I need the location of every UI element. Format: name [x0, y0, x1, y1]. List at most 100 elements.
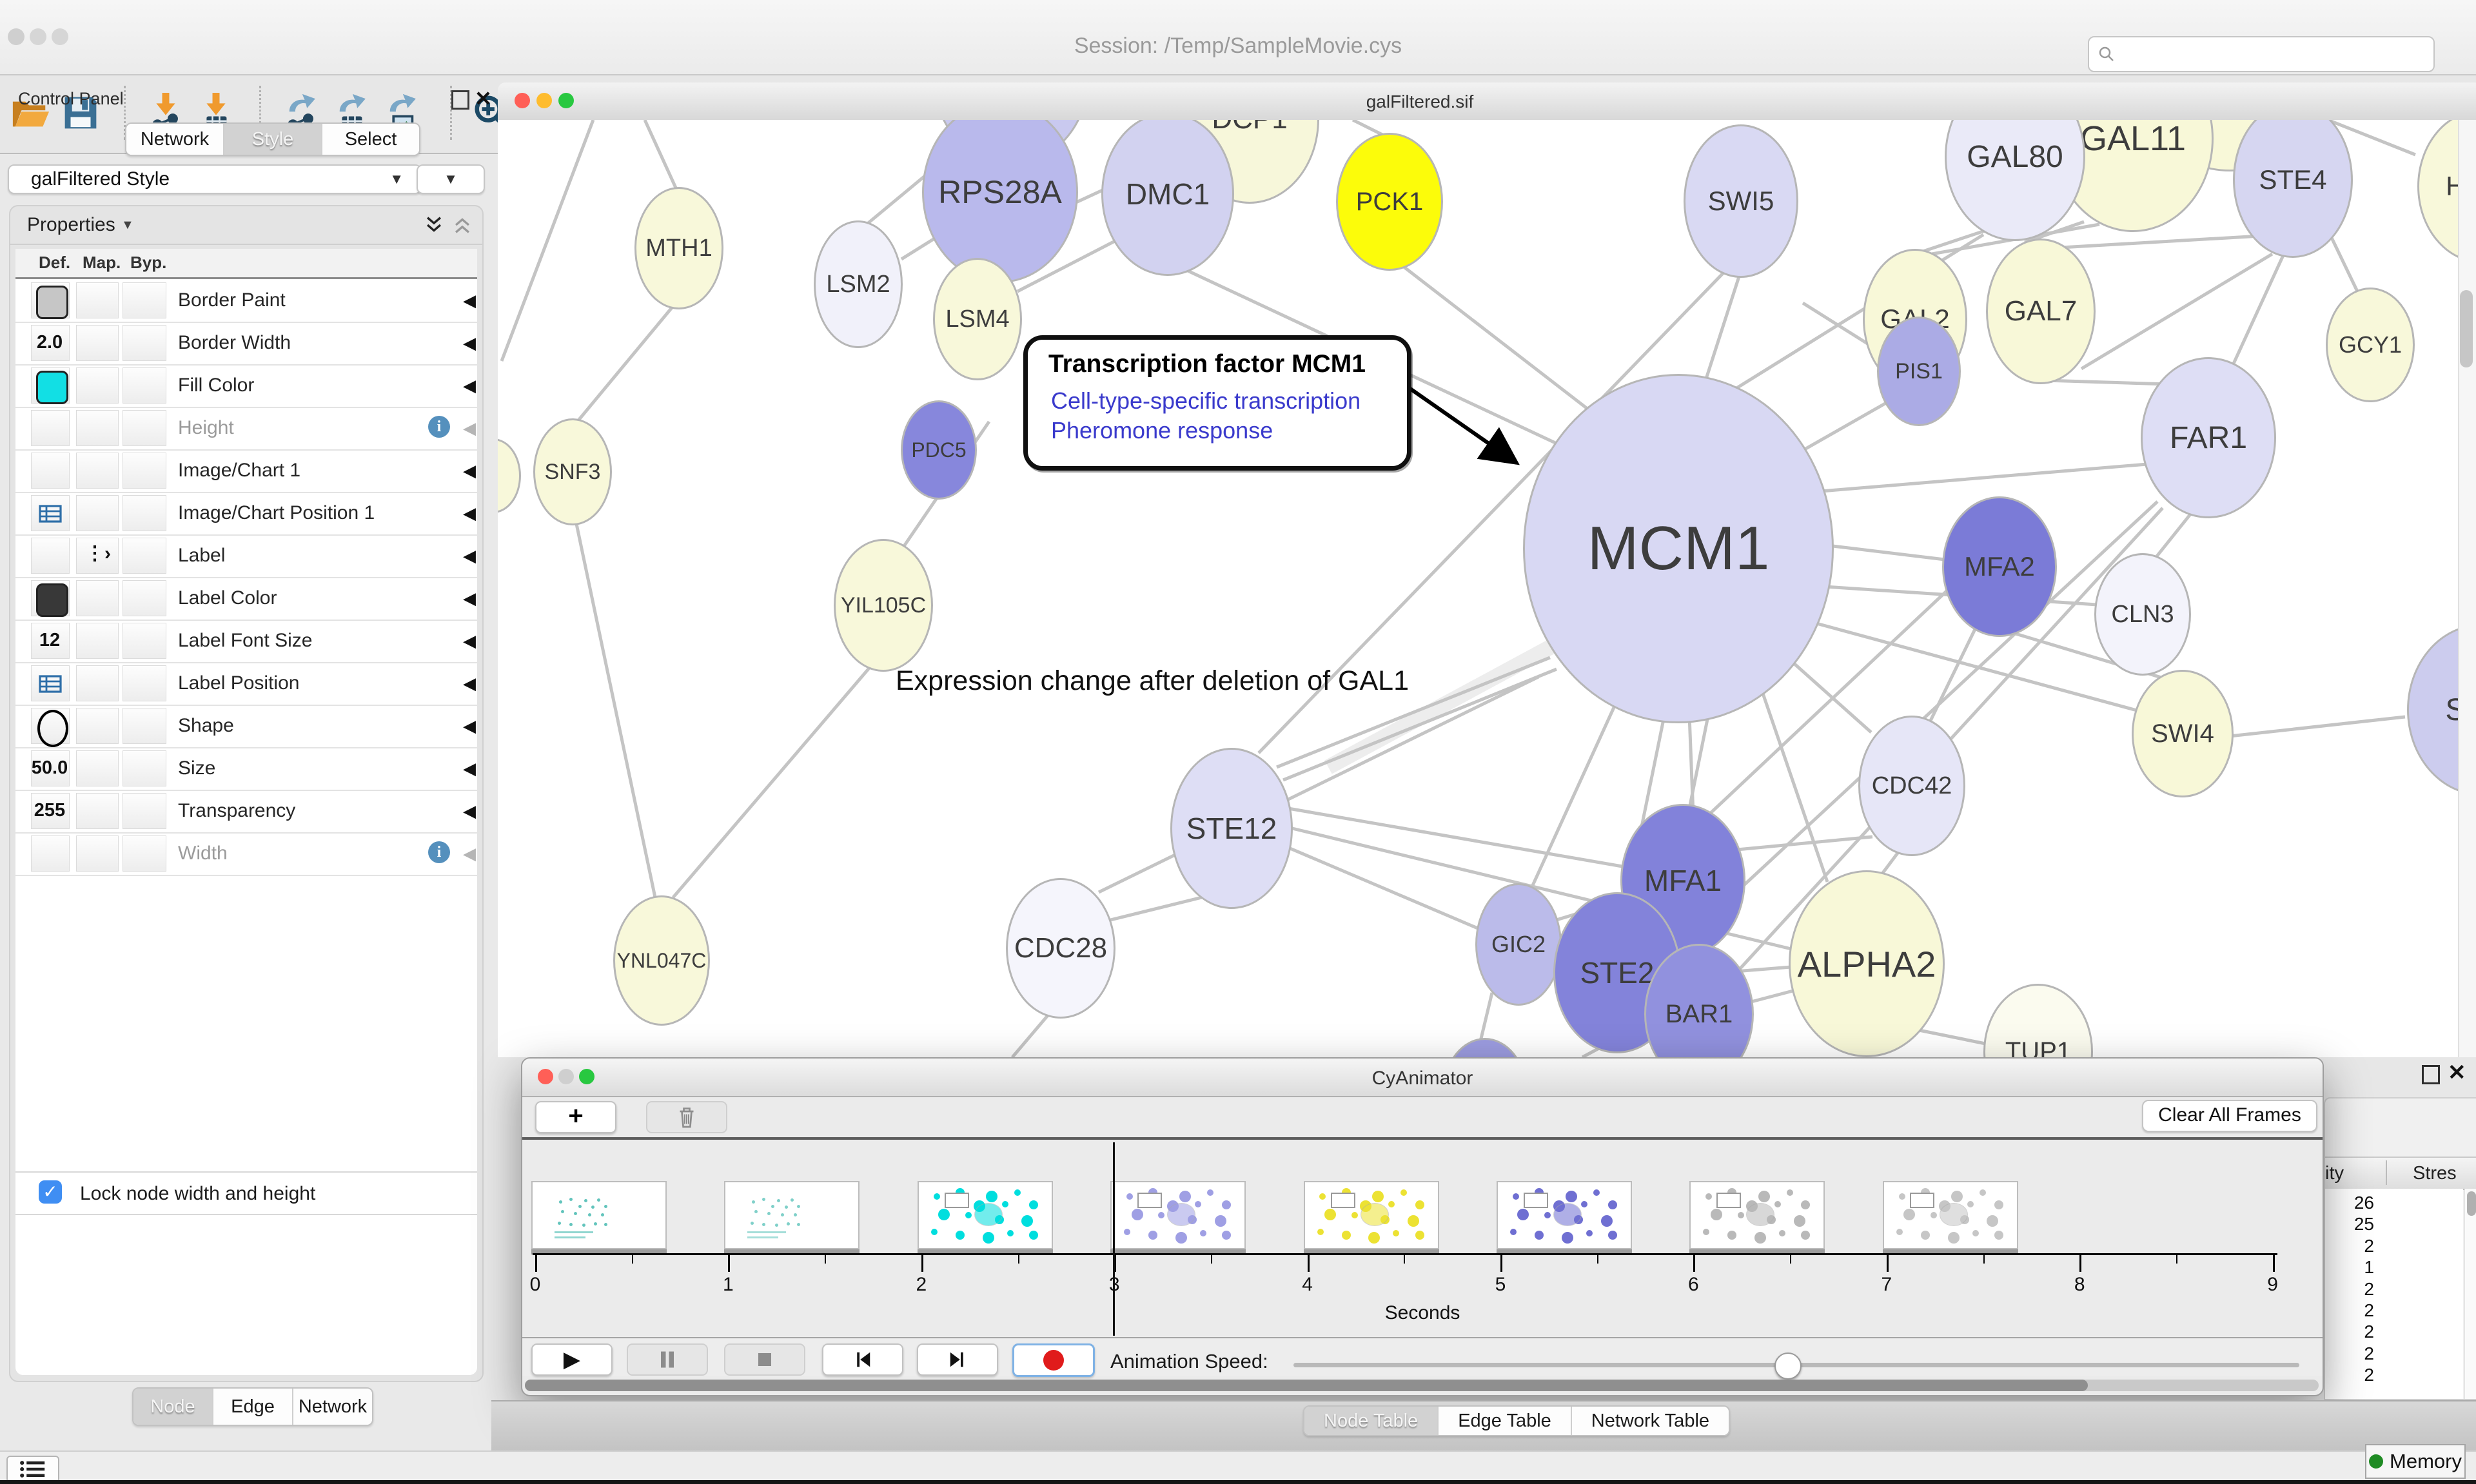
- bypass-cell[interactable]: [123, 538, 166, 574]
- mapping-cell[interactable]: [76, 282, 119, 318]
- float-panel-icon[interactable]: [2422, 1065, 2440, 1084]
- default-value[interactable]: 12: [22, 630, 77, 651]
- style-selector[interactable]: galFiltered Style ▼: [8, 164, 422, 194]
- timeline[interactable]: 0 1 2 3 4 5 6 7 8 9 Seconds: [522, 1140, 2323, 1337]
- mapping-cell[interactable]: [76, 410, 119, 446]
- bypass-cell[interactable]: [123, 623, 166, 659]
- record-button[interactable]: [1012, 1343, 1095, 1377]
- property-row-image-chart-position-1[interactable]: Image/Chart Position 1◀: [15, 492, 477, 536]
- collapse-all-icon[interactable]: [451, 214, 473, 236]
- table-cell[interactable]: 2: [2325, 1300, 2374, 1321]
- tab-network[interactable]: Network: [126, 124, 224, 155]
- discrete-mapping-icon[interactable]: ⋮›: [85, 542, 111, 565]
- bypass-cell[interactable]: [123, 410, 166, 446]
- stop-button[interactable]: [724, 1343, 805, 1376]
- expand-row-icon[interactable]: ◀: [463, 759, 476, 779]
- ellipse-shape-icon[interactable]: [37, 710, 68, 747]
- mapping-cell[interactable]: [76, 793, 119, 829]
- expand-row-icon[interactable]: ◀: [463, 801, 476, 821]
- property-row-label-position[interactable]: Label Position◀: [15, 662, 477, 706]
- property-row-height[interactable]: Heighti◀: [15, 407, 477, 451]
- expand-row-icon[interactable]: ◀: [463, 674, 476, 694]
- bypass-cell[interactable]: [123, 367, 166, 404]
- property-row-label[interactable]: ⋮›Label◀: [15, 534, 477, 578]
- expand-row-icon[interactable]: ◀: [463, 589, 476, 609]
- tab-edge-table[interactable]: Edge Table: [1439, 1407, 1572, 1435]
- bypass-cell[interactable]: [123, 282, 166, 318]
- bypass-cell[interactable]: [123, 495, 166, 531]
- property-row-fill-color[interactable]: Fill Color◀: [15, 364, 477, 408]
- expand-row-icon[interactable]: ◀: [463, 291, 476, 311]
- horizontal-scrollbar-thumb[interactable]: [525, 1380, 2088, 1391]
- close-panel-icon[interactable]: ✕: [475, 86, 492, 111]
- expand-row-icon[interactable]: ◀: [463, 418, 476, 438]
- close-panel-icon[interactable]: ✕: [2448, 1060, 2466, 1086]
- table-cell[interactable]: 1: [2325, 1257, 2374, 1278]
- tab-network-table[interactable]: Network Table: [1572, 1407, 1729, 1435]
- mapping-cell[interactable]: [76, 708, 119, 744]
- default-cell[interactable]: [31, 835, 70, 872]
- mapping-cell[interactable]: [76, 835, 119, 872]
- table-scrollbar[interactable]: [2464, 1189, 2476, 1399]
- property-row-image-chart-1[interactable]: Image/Chart 1◀: [15, 449, 477, 493]
- tab-edge[interactable]: Edge: [213, 1389, 293, 1425]
- mapping-cell[interactable]: [76, 580, 119, 616]
- default-cell[interactable]: [31, 410, 70, 446]
- play-button[interactable]: ▶: [531, 1343, 613, 1376]
- network-canvas[interactable]: DCP1RPS28ADMC1PCK1MTH1LSM2LSM4SNF3PDC5SW…: [498, 120, 2476, 1057]
- tab-node-table[interactable]: Node Table: [1304, 1407, 1439, 1435]
- tab-style[interactable]: Style: [224, 124, 322, 155]
- property-row-label-color[interactable]: Label Color◀: [15, 577, 477, 621]
- table-scrollbar-thumb[interactable]: [2467, 1191, 2476, 1216]
- mapping-cell[interactable]: [76, 325, 119, 361]
- column-header-stress[interactable]: Stres: [2413, 1163, 2457, 1184]
- table-cell[interactable]: 2: [2325, 1343, 2374, 1364]
- default-value[interactable]: 50.0: [22, 757, 77, 779]
- bypass-cell[interactable]: [123, 708, 166, 744]
- bypass-cell[interactable]: [123, 793, 166, 829]
- property-row-shape[interactable]: Shape◀: [15, 705, 477, 748]
- search-input[interactable]: [2088, 36, 2435, 72]
- position-icon[interactable]: [39, 675, 62, 693]
- expand-row-icon[interactable]: ◀: [463, 461, 476, 481]
- mapping-cell[interactable]: [76, 453, 119, 489]
- position-icon[interactable]: [39, 505, 62, 523]
- skip-end-button[interactable]: [917, 1343, 998, 1376]
- table-cell[interactable]: 2: [2325, 1279, 2374, 1300]
- mapping-cell[interactable]: [76, 665, 119, 701]
- expand-row-icon[interactable]: ◀: [463, 631, 476, 651]
- annotation-box[interactable]: Transcription factor MCM1 Cell-type-spec…: [1023, 335, 1411, 471]
- expand-row-icon[interactable]: ◀: [463, 546, 476, 566]
- default-cell[interactable]: [31, 538, 70, 574]
- property-row-label-font-size[interactable]: 12Label Font Size◀: [15, 620, 477, 663]
- cyanimator-titlebar[interactable]: CyAnimator: [522, 1059, 2323, 1097]
- color-swatch[interactable]: [36, 371, 68, 404]
- expand-row-icon[interactable]: ◀: [463, 333, 476, 353]
- table-cell[interactable]: 25: [2325, 1214, 2374, 1235]
- mapping-cell[interactable]: [76, 495, 119, 531]
- task-history-button[interactable]: [6, 1456, 59, 1483]
- delete-frame-button[interactable]: [646, 1101, 727, 1133]
- property-row-transparency[interactable]: 255Transparency◀: [15, 790, 477, 834]
- color-swatch[interactable]: [36, 286, 68, 319]
- bypass-cell[interactable]: [123, 750, 166, 786]
- color-swatch[interactable]: [36, 583, 68, 617]
- info-icon[interactable]: i: [428, 416, 450, 438]
- tab-network[interactable]: Network: [293, 1389, 372, 1425]
- pause-button[interactable]: [627, 1343, 708, 1376]
- bypass-cell[interactable]: [123, 580, 166, 616]
- table-cell[interactable]: 2: [2325, 1322, 2374, 1342]
- table-cell[interactable]: 2: [2325, 1236, 2374, 1256]
- annotation-link[interactable]: Cell-type-specific transcription: [1051, 387, 1361, 415]
- vertical-scrollbar[interactable]: [2458, 120, 2476, 1057]
- default-value[interactable]: 2.0: [22, 332, 77, 353]
- bypass-cell[interactable]: [123, 665, 166, 701]
- vertical-scrollbar-thumb[interactable]: [2460, 290, 2473, 367]
- expand-row-icon[interactable]: ◀: [463, 844, 476, 864]
- property-row-border-width[interactable]: 2.0Border Width◀: [15, 322, 477, 366]
- table-cell[interactable]: 2: [2325, 1365, 2374, 1385]
- add-frame-button[interactable]: +: [535, 1101, 616, 1133]
- default-cell[interactable]: [31, 453, 70, 489]
- mapping-cell[interactable]: [76, 367, 119, 404]
- bypass-cell[interactable]: [123, 835, 166, 872]
